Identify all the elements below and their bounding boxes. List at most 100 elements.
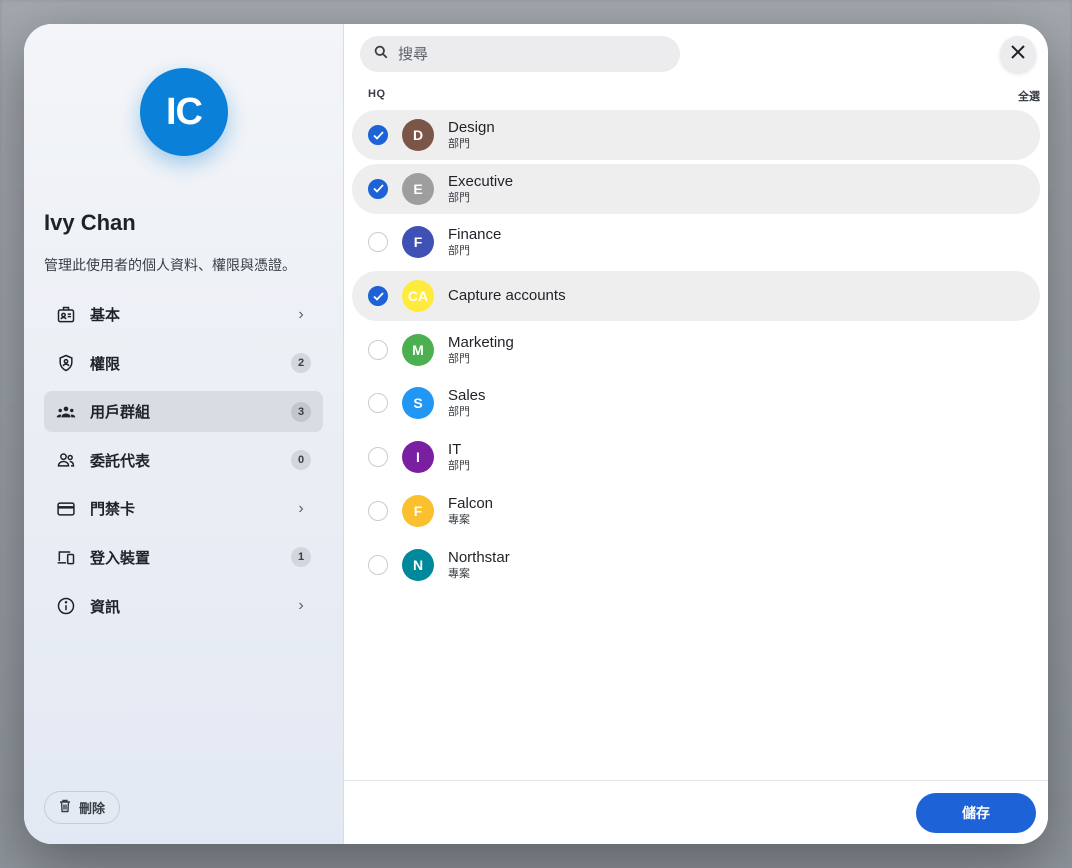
user-profile-panel: IC Ivy Chan 管理此使用者的個人資料、權限與憑證。 基本 › 權限 2 [24, 24, 344, 844]
nav-item-permissions[interactable]: 權限 2 [44, 343, 323, 384]
checkbox-checked[interactable] [368, 125, 388, 145]
group-text: IT 部門 [448, 441, 470, 473]
devices-icon [56, 547, 76, 567]
group-name: Finance [448, 226, 502, 244]
group-type: 部門 [448, 191, 470, 204]
checkbox-unchecked[interactable] [368, 500, 388, 521]
group-list: D Design 部門 E Executive 部門 F Finance 部門 CA Capture… [352, 110, 1040, 593]
settings-nav: 基本 › 權限 2 用戶群組 3 委託代表 0 門禁卡 › 登入裝置 1 資訊 … [44, 294, 323, 634]
delegate-icon [56, 450, 76, 470]
group-row[interactable]: CA Capture accounts [352, 271, 1040, 322]
shield-icon [56, 353, 76, 373]
nav-item-user-groups[interactable]: 用戶群組 3 [44, 391, 323, 433]
nav-item-delegates[interactable]: 委託代表 0 [44, 440, 323, 481]
nav-label: 基本 [90, 307, 121, 324]
user-avatar: IC [140, 68, 228, 156]
search-icon [374, 45, 388, 64]
group-type: 部門 [448, 138, 470, 150]
group-row[interactable]: E Executive 部門 [352, 163, 1040, 214]
group-row[interactable]: F Finance 部門 [352, 217, 1040, 267]
user-name: Ivy Chan [44, 210, 136, 235]
groups-icon [56, 402, 76, 422]
group-name: Design [448, 119, 495, 136]
checkbox-checked[interactable] [368, 178, 388, 199]
chevron-right-icon: › [298, 305, 304, 323]
count-badge: 1 [291, 547, 311, 568]
nav-item-login-devices[interactable]: 登入裝置 1 [44, 537, 323, 578]
nav-item-access-card[interactable]: 門禁卡 › [44, 488, 323, 529]
search-box[interactable] [360, 36, 680, 72]
groups-panel: HQ 全選 DDesign部門EExecutive部門FFinance部門CAC… [344, 24, 1048, 844]
group-avatar: I [402, 441, 434, 474]
group-avatar: D [402, 119, 434, 151]
group-type: 部門 [448, 352, 470, 365]
group-text: Design 部門 [448, 119, 495, 151]
group-name: Marketing [448, 333, 514, 351]
close-icon [1010, 44, 1026, 65]
group-avatar: CA [402, 280, 434, 313]
chevron-right-icon: › [298, 499, 304, 517]
group-row[interactable]: N Northstar 專案 [352, 540, 1040, 590]
checkbox-unchecked[interactable] [368, 339, 388, 360]
nav-label: 登入裝置 [90, 549, 151, 567]
select-all-button[interactable]: 全選 [1018, 88, 1040, 104]
nav-label: 權限 [90, 355, 121, 373]
nav-item-basic[interactable]: 基本 › [44, 294, 323, 335]
user-settings-modal: IC Ivy Chan 管理此使用者的個人資料、權限與憑證。 基本 › 權限 2 [24, 24, 1048, 844]
group-row[interactable]: F Falcon 專案 [352, 486, 1040, 536]
group-name: Northstar [448, 548, 510, 566]
chevron-right-icon: › [298, 597, 304, 615]
nav-label: 資訊 [90, 598, 121, 616]
user-description: 管理此使用者的個人資料、權限與憑證。 [44, 257, 296, 273]
id-card-icon [56, 305, 76, 325]
checkmark-icon [372, 130, 384, 140]
info-icon [56, 596, 76, 616]
checkmark-icon [372, 184, 384, 193]
group-text: Finance 部門 [448, 226, 501, 258]
nav-label: 委託代表 [90, 452, 151, 470]
footer: 儲存 [344, 780, 1048, 844]
group-name: Falcon [448, 494, 494, 512]
close-button[interactable] [1000, 36, 1036, 72]
section-label: HQ [368, 88, 386, 100]
group-avatar: F [402, 226, 434, 259]
group-type: 部門 [448, 245, 470, 258]
delete-button[interactable]: 刪除 [44, 791, 121, 824]
group-text: Falcon 專案 [448, 495, 493, 527]
group-avatar: N [402, 548, 434, 581]
checkbox-unchecked[interactable] [368, 447, 388, 468]
group-type: 部門 [448, 460, 470, 473]
credit-card-icon [56, 499, 76, 519]
count-badge: 0 [291, 450, 311, 471]
group-row[interactable]: I IT 部門 [352, 432, 1040, 482]
group-name: IT [448, 441, 462, 459]
group-avatar: S [402, 387, 434, 420]
checkbox-unchecked[interactable] [368, 232, 388, 253]
nav-item-info[interactable]: 資訊 › [44, 586, 323, 627]
group-row[interactable]: M Marketing 部門 [352, 325, 1040, 375]
trash-icon [59, 799, 71, 816]
nav-label: 用戶群組 [90, 404, 151, 422]
group-avatar: E [402, 172, 434, 205]
group-type: 專案 [448, 567, 470, 580]
group-text: Sales 部門 [448, 387, 486, 419]
group-type: 部門 [448, 406, 470, 419]
checkmark-icon [372, 291, 384, 301]
search-input[interactable] [398, 45, 658, 63]
group-name: Sales [448, 387, 486, 405]
count-badge: 2 [291, 353, 311, 374]
checkbox-unchecked[interactable] [368, 393, 388, 414]
group-row[interactable]: D Design 部門 [352, 110, 1040, 160]
count-badge: 3 [291, 401, 311, 422]
checkbox-checked[interactable] [368, 286, 388, 307]
checkbox-unchecked[interactable] [368, 554, 388, 575]
save-button[interactable]: 儲存 [916, 793, 1036, 833]
delete-label: 刪除 [79, 801, 106, 816]
group-row[interactable]: S Sales 部門 [352, 378, 1040, 428]
group-text: Capture accounts [448, 287, 566, 305]
group-name: Capture accounts [448, 287, 566, 305]
group-name: Executive [448, 172, 514, 190]
group-text: Northstar 專案 [448, 549, 510, 581]
group-text: Marketing 部門 [448, 334, 514, 366]
nav-label: 門禁卡 [90, 501, 136, 519]
